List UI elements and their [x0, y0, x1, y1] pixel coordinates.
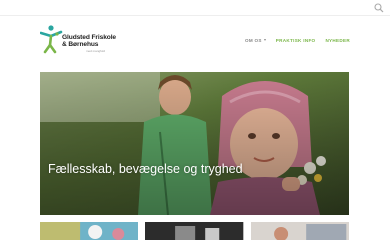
top-bar	[0, 0, 390, 16]
site-header: Gludsted Friskole & Børnehus med mangfol…	[0, 16, 390, 66]
nav-item-nyheder[interactable]: NYHEDER	[325, 38, 350, 43]
thumbnail-image	[145, 222, 244, 240]
nav-item-praktisk-info[interactable]: PRAKTISK INFO	[276, 38, 316, 43]
thumbnail-card[interactable]	[40, 222, 139, 240]
logo-line-1: Gludsted Friskole	[62, 34, 116, 41]
thumbnail-row	[40, 222, 349, 240]
site-logo[interactable]: Gludsted Friskole & Børnehus med mangfol…	[40, 24, 140, 56]
thumbnail-image	[250, 222, 349, 240]
hero-photo	[40, 72, 349, 215]
hero-banner[interactable]: Fællesskab, bevægelse og tryghed	[40, 72, 349, 215]
hero-title: Fællesskab, bevægelse og tryghed	[48, 162, 243, 176]
search-icon[interactable]	[373, 2, 385, 14]
nav-item-om-os[interactable]: OM OS	[245, 38, 266, 43]
nav-item-label: OM OS	[244, 38, 262, 43]
main-navigation: OM OS PRAKTISK INFO NYHEDER	[245, 38, 350, 43]
thumbnail-card[interactable]	[250, 222, 349, 240]
chevron-down-icon	[263, 39, 266, 41]
logo-figures-icon	[40, 25, 63, 54]
logo-line-2: & Børnehus	[62, 41, 99, 48]
thumbnail-image	[40, 222, 139, 240]
logo-tagline: med mangfold	[86, 49, 106, 53]
thumbnail-card[interactable]	[145, 222, 244, 240]
